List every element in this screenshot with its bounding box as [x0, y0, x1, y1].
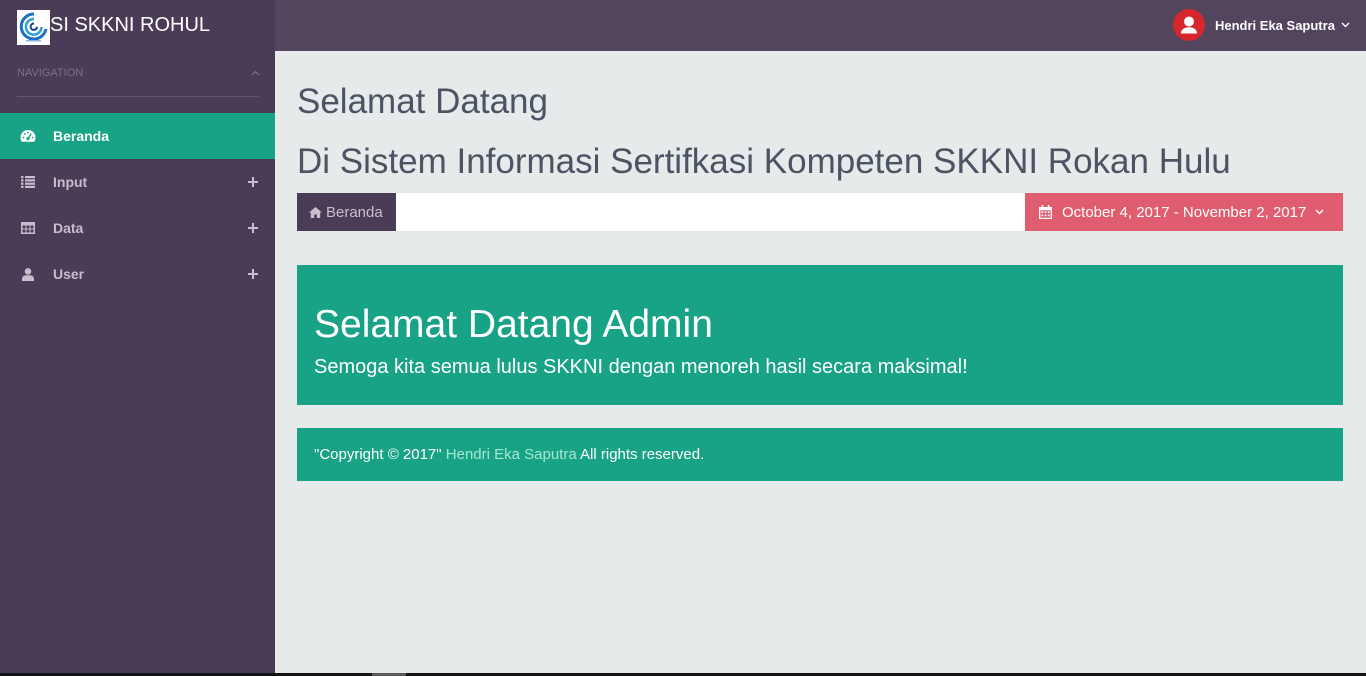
user-name: Hendri Eka Saputra	[1215, 17, 1335, 33]
date-range-label: October 4, 2017 - November 2, 2017	[1062, 203, 1307, 221]
date-range-picker-button[interactable]: October 4, 2017 - November 2, 2017	[1025, 193, 1343, 231]
chevron-up-icon[interactable]	[251, 70, 260, 76]
welcome-heading: Selamat Datang Admin	[314, 303, 713, 346]
brand-title: SI SKKNI ROHUL	[50, 14, 211, 36]
page-subtitle: Di Sistem Informasi Sertifkasi Kompeten …	[297, 142, 1231, 181]
nav-section-label: NAVIGATION	[17, 67, 84, 79]
user-icon	[20, 267, 36, 281]
breadcrumb-home-link[interactable]: Beranda	[297, 193, 396, 231]
user-dropdown[interactable]: Hendri Eka Saputra	[1173, 9, 1350, 41]
chevron-down-icon	[1315, 209, 1324, 215]
sidebar-item-input[interactable]: Input	[0, 159, 275, 205]
page-title: Selamat Datang	[297, 82, 548, 121]
breadcrumb: Beranda October 4, 2017 - November 2, 20…	[297, 193, 1343, 231]
brand-link[interactable]: SI SKKNI ROHUL	[17, 10, 210, 45]
welcome-message: Semoga kita semua lulus SKKNI dengan men…	[314, 356, 968, 378]
welcome-panel: Selamat Datang Admin Semoga kita semua l…	[297, 265, 1343, 405]
table-icon	[20, 221, 36, 235]
sidebar-item-label: User	[53, 266, 85, 282]
app-logo-icon	[17, 10, 50, 45]
sidebar-item-label: Data	[53, 220, 84, 236]
copyright-text: "Copyright © 2017"	[314, 446, 442, 463]
list-icon	[20, 175, 36, 189]
user-avatar-icon	[1173, 9, 1205, 41]
plus-icon[interactable]	[248, 177, 258, 187]
chevron-down-icon	[1341, 22, 1350, 28]
sidebar-item-label: Input	[53, 174, 88, 190]
plus-icon[interactable]	[248, 269, 258, 279]
calendar-icon	[1039, 205, 1052, 219]
sidebar-item-label: Beranda	[53, 128, 110, 144]
home-icon	[309, 206, 322, 218]
plus-icon[interactable]	[248, 223, 258, 233]
footer-author-link[interactable]: Hendri Eka Saputra	[446, 446, 577, 463]
rights-text: All rights reserved.	[580, 446, 705, 463]
sidebar: SI SKKNI ROHUL NAVIGATION Beranda Input …	[0, 0, 275, 673]
dashboard-icon	[20, 129, 36, 143]
sidebar-menu: Beranda Input Data User	[0, 113, 275, 297]
sidebar-item-beranda[interactable]: Beranda	[0, 113, 275, 159]
footer-text: "Copyright © 2017" Hendri Eka Saputra Al…	[314, 428, 704, 481]
footer: "Copyright © 2017" Hendri Eka Saputra Al…	[297, 428, 1343, 481]
breadcrumb-label: Beranda	[326, 203, 383, 221]
sidebar-item-data[interactable]: Data	[0, 205, 275, 251]
sidebar-item-user[interactable]: User	[0, 251, 275, 297]
nav-divider	[17, 96, 259, 97]
